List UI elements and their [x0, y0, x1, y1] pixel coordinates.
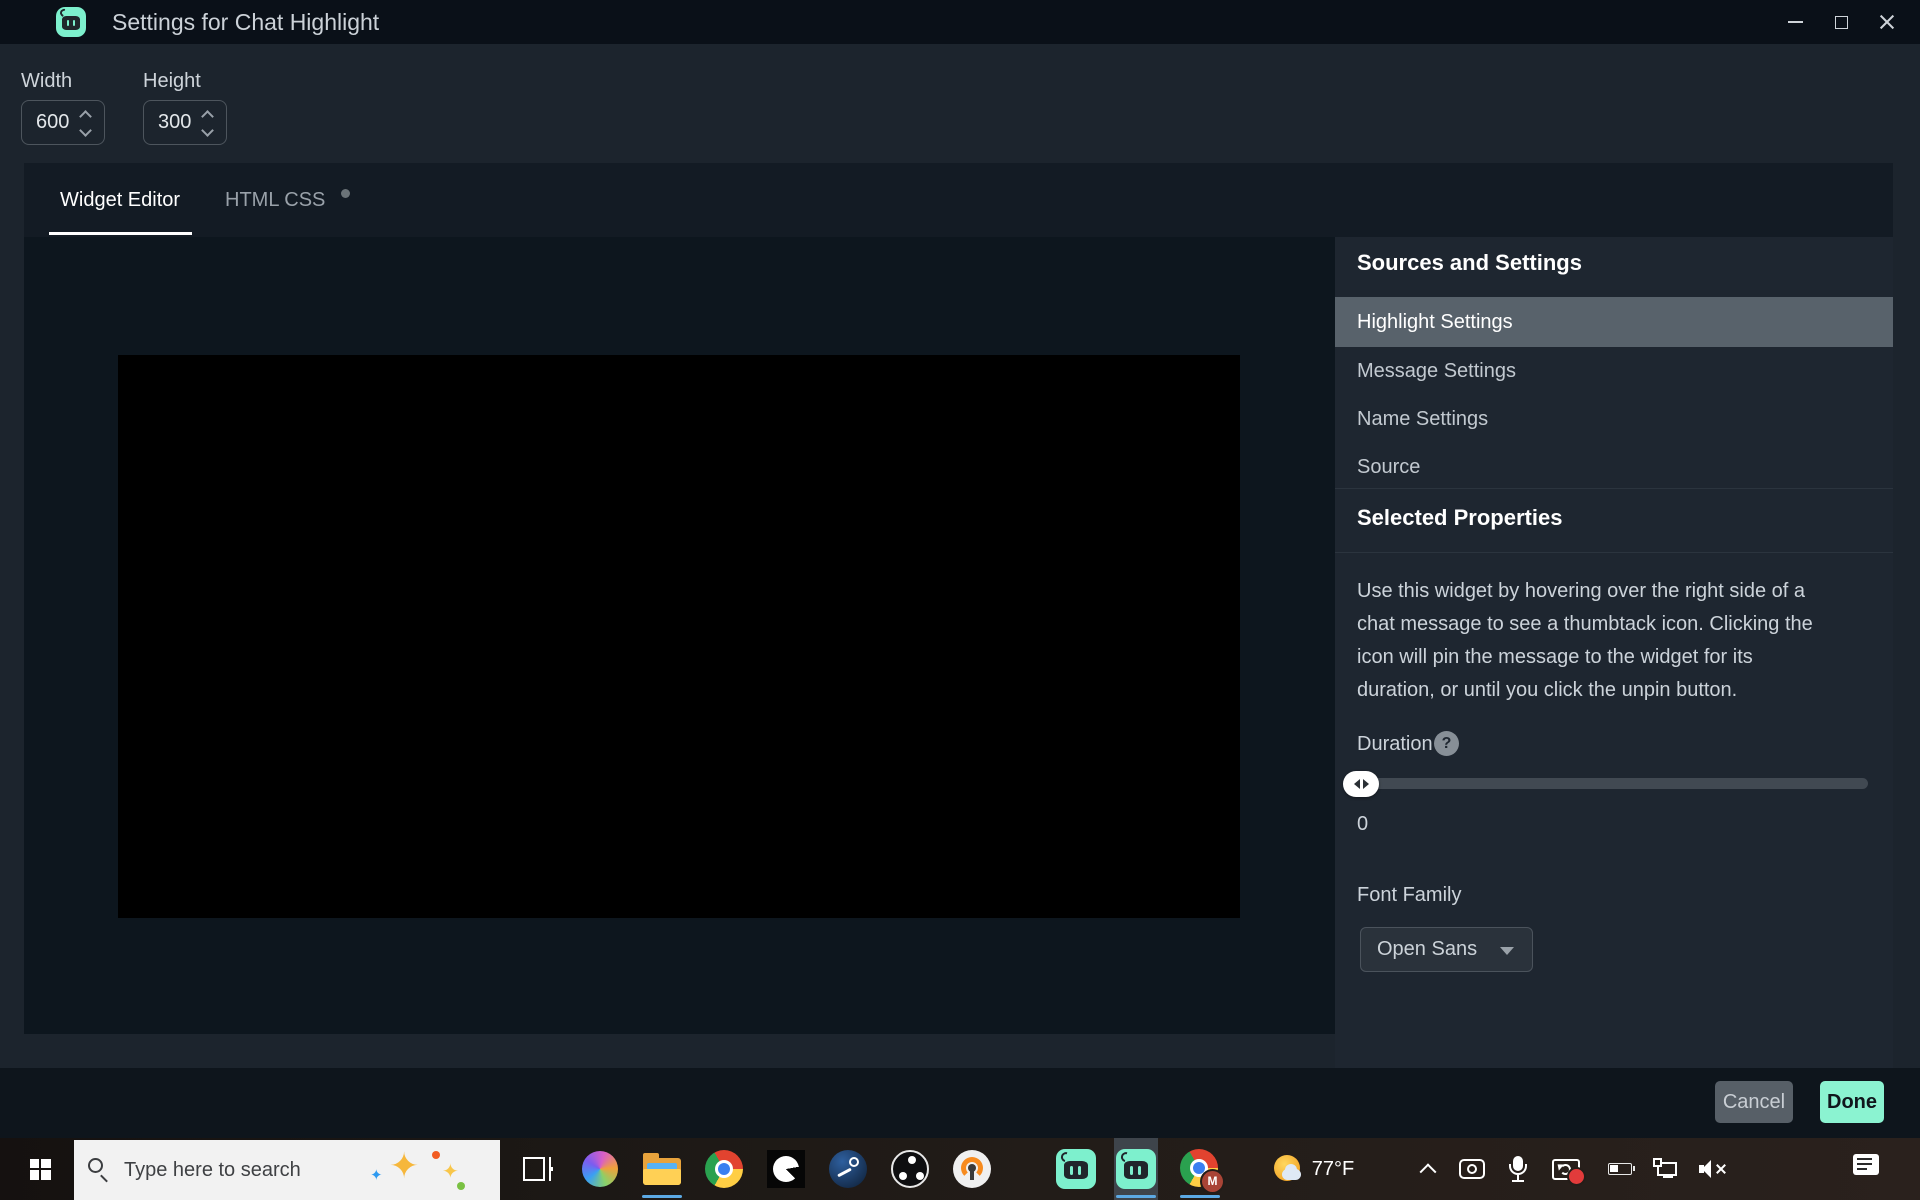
active-tab-underline: [49, 232, 192, 235]
taskbar-app-file-explorer[interactable]: [640, 1138, 684, 1200]
wallpaper-app-icon: [767, 1150, 805, 1188]
streamlabs-icon: [1056, 1149, 1096, 1189]
chrome-icon: [705, 1150, 743, 1188]
taskbar-app-obs[interactable]: [888, 1138, 932, 1200]
titlebar: Settings for Chat Highlight: [0, 0, 1920, 44]
task-view-button[interactable]: [516, 1138, 560, 1200]
notification-icon: [1853, 1153, 1879, 1175]
taskbar-app-steam[interactable]: [826, 1138, 870, 1200]
duration-label: Duration: [1357, 733, 1433, 755]
taskbar-app-streamlabs-active[interactable]: [1114, 1138, 1158, 1200]
duration-slider-handle[interactable]: [1343, 771, 1379, 797]
duration-value: 0: [1357, 813, 1369, 835]
display-sync-icon: [1552, 1158, 1584, 1184]
font-family-label: Font Family: [1357, 884, 1462, 906]
height-input[interactable]: [145, 102, 201, 143]
copilot-icon: [582, 1151, 618, 1187]
taskbar-app-chrome-profile[interactable]: M: [1178, 1138, 1223, 1200]
widget-editor-panel: [24, 237, 1335, 1034]
height-decrement-button[interactable]: [201, 124, 217, 137]
weather-temp: 77°F: [1311, 1157, 1355, 1180]
height-label: Height: [143, 70, 201, 92]
taskbar-app-chrome[interactable]: [702, 1138, 746, 1200]
app-window: Settings for Chat Highlight Width Height…: [0, 0, 1920, 1200]
width-stepper[interactable]: [21, 100, 105, 145]
task-view-icon: [523, 1157, 553, 1181]
width-input[interactable]: [23, 102, 79, 143]
recording-dot: [1569, 1168, 1584, 1184]
speaker-muted-icon: [1699, 1160, 1727, 1178]
search-icon: [88, 1158, 103, 1173]
taskbar-weather[interactable]: 77°F: [1258, 1138, 1368, 1200]
taskbar-app-streamlabs[interactable]: [1054, 1138, 1098, 1200]
sources-settings-panel: Sources and Settings Highlight Settings …: [1335, 237, 1893, 1068]
file-explorer-icon: [643, 1153, 681, 1185]
notification-center-button[interactable]: [1846, 1138, 1886, 1200]
chevron-down-icon: [1500, 947, 1514, 955]
widget-preview-canvas: [118, 355, 1240, 918]
tab-html-css[interactable]: HTML CSS: [225, 163, 325, 237]
windows-logo-icon: [29, 1158, 51, 1180]
tray-microphone[interactable]: [1500, 1138, 1536, 1200]
slider-arrow-left-icon: [1353, 779, 1360, 789]
tray-volume[interactable]: [1694, 1138, 1732, 1200]
minimize-button[interactable]: [1772, 0, 1818, 44]
microphone-icon: [1508, 1156, 1528, 1182]
height-increment-button[interactable]: [201, 110, 217, 123]
openvpn-icon: [953, 1150, 991, 1188]
search-input[interactable]: [124, 1140, 404, 1200]
slider-arrow-right-icon: [1362, 779, 1369, 789]
chevron-up-icon: [1419, 1163, 1437, 1181]
taskbar-app-openvpn[interactable]: [950, 1138, 994, 1200]
weather-sun-cloud-icon: [1272, 1155, 1302, 1183]
height-stepper[interactable]: [143, 100, 227, 145]
taskbar-app-wallpaper[interactable]: [764, 1138, 808, 1200]
close-button[interactable]: [1864, 0, 1910, 44]
nav-item-highlight-settings[interactable]: Highlight Settings: [1335, 297, 1893, 347]
width-decrement-button[interactable]: [79, 124, 95, 137]
windows-taskbar: ✦ ✦ ✦: [0, 1138, 1920, 1200]
streamlabs-app-icon: [56, 7, 86, 37]
maximize-button[interactable]: [1818, 0, 1864, 44]
tray-camera[interactable]: [1454, 1138, 1490, 1200]
divider: [1335, 552, 1893, 553]
obs-studio-icon: [891, 1150, 929, 1188]
camera-icon: [1459, 1159, 1485, 1179]
done-button[interactable]: Done: [1820, 1081, 1884, 1123]
steam-icon: [829, 1150, 867, 1188]
nav-item-message-settings[interactable]: Message Settings: [1335, 347, 1893, 395]
duration-slider-track[interactable]: [1345, 778, 1868, 789]
widget-description: Use this widget by hovering over the rig…: [1357, 580, 1813, 701]
tab-widget-editor[interactable]: Widget Editor: [60, 163, 180, 237]
start-button[interactable]: [16, 1138, 64, 1200]
dialog-footer: Cancel Done: [0, 1068, 1920, 1138]
width-increment-button[interactable]: [79, 110, 95, 123]
tray-show-hidden-icons[interactable]: [1412, 1138, 1444, 1200]
chrome-profile-m-icon: M: [1180, 1149, 1223, 1192]
sources-settings-header: Sources and Settings: [1357, 250, 1582, 275]
taskbar-search[interactable]: ✦ ✦ ✦: [74, 1140, 500, 1200]
tray-battery[interactable]: [1604, 1138, 1636, 1200]
help-icon[interactable]: ?: [1434, 731, 1459, 756]
selected-properties-header: Selected Properties: [1357, 505, 1563, 530]
battery-icon: [1608, 1163, 1635, 1175]
close-icon: [1878, 13, 1896, 31]
tray-network[interactable]: [1650, 1138, 1684, 1200]
width-label: Width: [21, 70, 73, 92]
window-title: Settings for Chat Highlight: [112, 9, 380, 35]
font-family-dropdown[interactable]: Open Sans: [1360, 927, 1533, 972]
nav-item-name-settings[interactable]: Name Settings: [1335, 395, 1893, 443]
streamlabs-icon: [1116, 1149, 1156, 1189]
tray-display-capture[interactable]: [1546, 1138, 1586, 1200]
font-family-value: Open Sans: [1377, 938, 1478, 960]
unsaved-changes-dot: [341, 189, 350, 198]
editor-tabbar: Widget Editor HTML CSS: [24, 163, 1893, 237]
taskbar-app-copilot[interactable]: [578, 1138, 622, 1200]
ethernet-network-icon: [1653, 1158, 1679, 1179]
nav-item-source[interactable]: Source: [1335, 443, 1893, 491]
divider: [1335, 488, 1893, 489]
cancel-button[interactable]: Cancel: [1715, 1081, 1793, 1123]
